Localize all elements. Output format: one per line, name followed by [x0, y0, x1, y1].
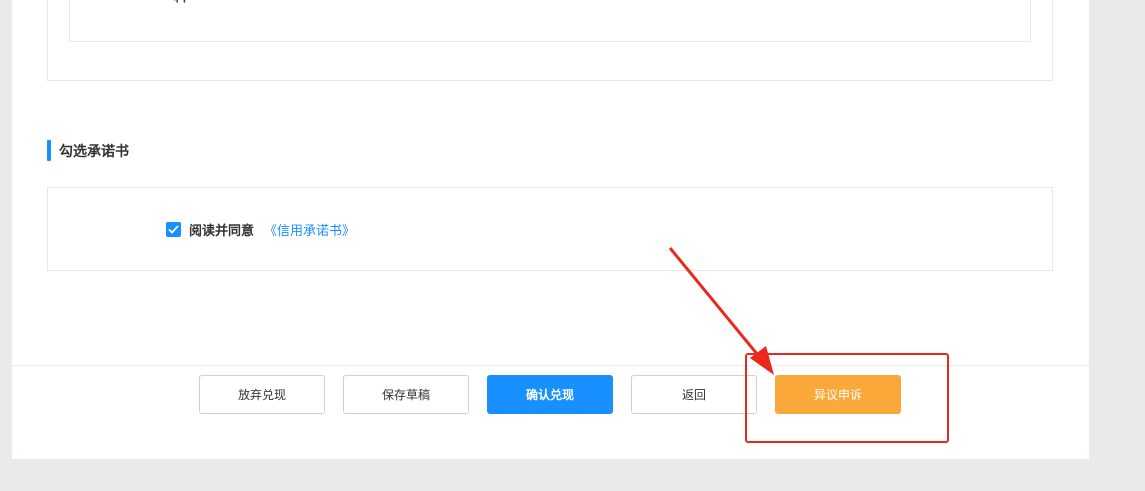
annotation-arrow-icon — [668, 247, 774, 375]
